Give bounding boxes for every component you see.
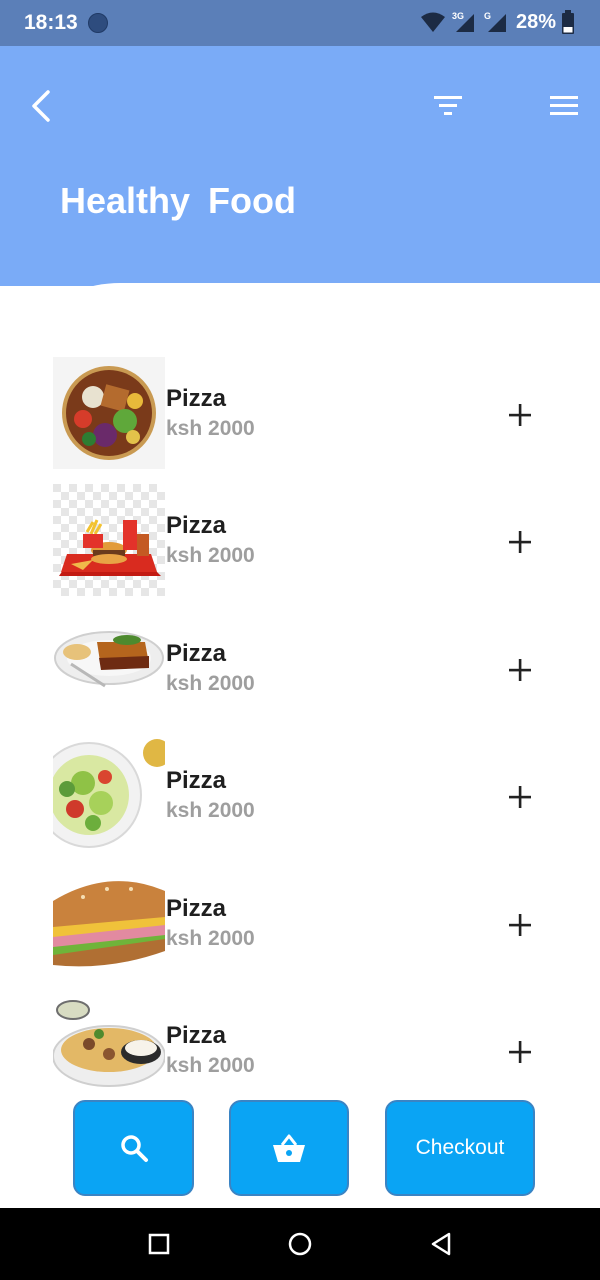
add-icon[interactable] xyxy=(506,656,534,684)
product-item[interactable]: Pizza ksh 2000 xyxy=(0,484,600,598)
menu-icon[interactable] xyxy=(546,90,582,122)
sub-sandwich-image xyxy=(53,867,165,979)
network-g-label: G xyxy=(484,11,491,21)
product-item[interactable]: Pizza ksh 2000 xyxy=(0,612,600,726)
add-icon[interactable] xyxy=(506,528,534,556)
green-salad-plate-image xyxy=(53,739,165,851)
app-header: Healthy Food xyxy=(0,46,600,286)
product-price: ksh 2000 xyxy=(166,927,255,950)
add-icon[interactable] xyxy=(506,401,534,429)
add-icon[interactable] xyxy=(506,783,534,811)
product-price: ksh 2000 xyxy=(166,544,255,567)
checkout-button[interactable]: Checkout xyxy=(385,1100,535,1196)
product-name: Pizza xyxy=(166,1022,227,1049)
nachos-plate-image xyxy=(53,994,165,1106)
product-name: Pizza xyxy=(166,640,227,667)
status-bar: 18:13 3G G 28% xyxy=(0,0,600,46)
product-price: ksh 2000 xyxy=(166,1054,255,1077)
status-time: 18:13 xyxy=(24,11,78,34)
page-title: Healthy Food xyxy=(60,180,297,221)
product-price: ksh 2000 xyxy=(166,672,255,695)
signal-3g-icon: 3G xyxy=(452,11,474,32)
filter-icon[interactable] xyxy=(430,90,466,122)
notification-dot-icon xyxy=(88,13,108,33)
product-item[interactable]: Pizza ksh 2000 xyxy=(0,739,600,853)
bottom-action-bar: Checkout xyxy=(0,1100,600,1200)
wifi-icon xyxy=(420,12,445,32)
search-icon xyxy=(120,1135,148,1162)
burger-fries-tray-image xyxy=(53,484,165,596)
home-circle-icon[interactable] xyxy=(286,1230,314,1258)
product-name: Pizza xyxy=(166,512,227,539)
add-icon[interactable] xyxy=(506,911,534,939)
add-icon[interactable] xyxy=(506,1038,534,1066)
status-icons: 3G G 28% xyxy=(420,10,574,34)
network-3g-label: 3G xyxy=(452,11,464,21)
battery-percent: 28% xyxy=(515,10,556,33)
product-price: ksh 2000 xyxy=(166,799,255,822)
basket-button[interactable] xyxy=(229,1100,349,1196)
product-item[interactable]: Pizza ksh 2000 xyxy=(0,867,600,981)
battery-icon xyxy=(562,10,574,34)
salad-bowl-image xyxy=(53,357,165,469)
signal-g-icon: G xyxy=(484,11,506,32)
back-arrow-icon[interactable] xyxy=(24,86,64,126)
product-name: Pizza xyxy=(166,385,227,412)
product-name: Pizza xyxy=(166,767,227,794)
product-price: ksh 2000 xyxy=(166,417,255,440)
system-nav-bar xyxy=(0,1208,600,1280)
product-name: Pizza xyxy=(166,895,227,922)
lasagna-plate-image xyxy=(53,612,165,724)
basket-icon xyxy=(273,1134,305,1162)
product-item[interactable]: Pizza ksh 2000 xyxy=(0,994,600,1108)
recents-square-icon[interactable] xyxy=(145,1230,173,1258)
back-triangle-icon[interactable] xyxy=(427,1230,455,1258)
product-item[interactable]: Pizza ksh 2000 xyxy=(0,357,600,471)
search-button[interactable] xyxy=(73,1100,194,1196)
